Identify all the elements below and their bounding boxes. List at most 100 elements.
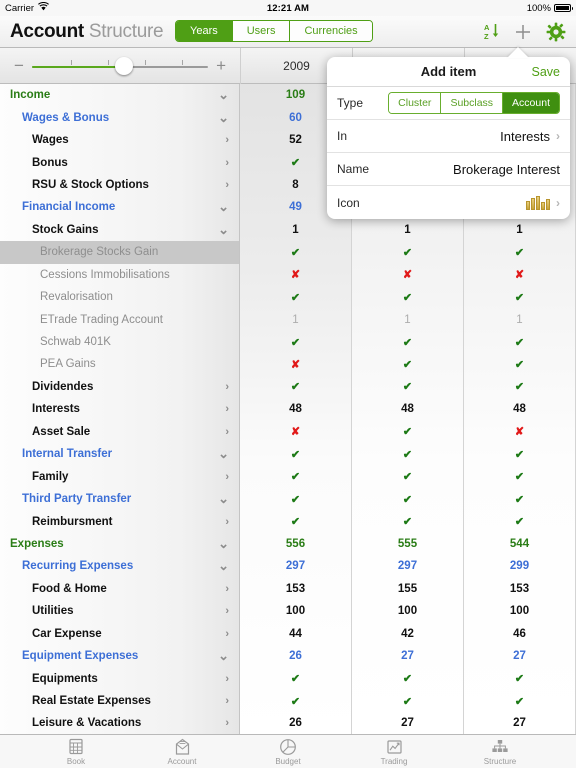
value-cell[interactable]: ✔	[464, 465, 575, 487]
chevron-down-icon[interactable]: ⌄	[218, 446, 229, 462]
value-cell[interactable]: 1	[464, 308, 575, 330]
chevron-down-icon[interactable]: ⌄	[218, 110, 229, 126]
type-option-cluster[interactable]: Cluster	[389, 93, 442, 113]
value-cell[interactable]: ✔	[352, 286, 463, 308]
value-cell[interactable]: ✔	[464, 690, 575, 712]
value-cell[interactable]: ✔	[352, 465, 463, 487]
value-cell[interactable]: 1	[352, 308, 463, 330]
tree-row[interactable]: Asset Sale ›	[0, 421, 239, 443]
chevron-right-icon[interactable]: ›	[225, 516, 229, 528]
view-mode-segmented-control[interactable]: Years Users Currencies	[175, 20, 373, 42]
tree-row[interactable]: Schwab 401K	[0, 331, 239, 353]
tab-trading[interactable]: Trading	[365, 738, 423, 766]
tab-budget[interactable]: Budget	[259, 738, 317, 766]
zoom-out-button[interactable]: −	[14, 57, 24, 74]
value-cell[interactable]: 26	[240, 645, 351, 667]
value-cell[interactable]: ✘	[240, 353, 351, 375]
segment-years[interactable]: Years	[176, 21, 233, 41]
value-cell[interactable]: 48	[240, 398, 351, 420]
value-cell[interactable]: ✘	[464, 264, 575, 286]
chevron-down-icon[interactable]: ⌄	[218, 536, 229, 552]
value-cell[interactable]: 297	[240, 555, 351, 577]
chevron-right-icon[interactable]: ›	[225, 583, 229, 595]
chevron-right-icon[interactable]: ›	[225, 695, 229, 707]
chevron-right-icon[interactable]: ›	[225, 426, 229, 438]
tree-row[interactable]: Stock Gains ⌄	[0, 219, 239, 241]
tree-row[interactable]: Third Party Transfer ⌄	[0, 488, 239, 510]
value-cell[interactable]: 100	[352, 600, 463, 622]
value-cell[interactable]: ✘	[352, 264, 463, 286]
chevron-right-icon[interactable]: ›	[225, 628, 229, 640]
value-cell[interactable]: ✔	[464, 510, 575, 532]
value-cell[interactable]: ✘	[464, 421, 575, 443]
tree-row[interactable]: Equipments ›	[0, 667, 239, 689]
chevron-right-icon[interactable]: ›	[225, 605, 229, 617]
zoom-slider[interactable]	[31, 56, 209, 75]
value-cell[interactable]: 556	[240, 533, 351, 555]
value-cell[interactable]: ✔	[464, 443, 575, 465]
value-cell[interactable]: 42	[352, 623, 463, 645]
tree-row[interactable]: Real Estate Expenses ›	[0, 690, 239, 712]
chevron-down-icon[interactable]: ⌄	[218, 558, 229, 574]
value-cell[interactable]: ✔	[240, 465, 351, 487]
tree-row[interactable]: Food & Home ›	[0, 578, 239, 600]
value-cell[interactable]: ✔	[352, 376, 463, 398]
value-cell[interactable]: ✔	[240, 488, 351, 510]
chevron-down-icon[interactable]: ⌄	[218, 87, 229, 103]
value-cell[interactable]: ✔	[464, 353, 575, 375]
value-cell[interactable]: ✔	[240, 690, 351, 712]
value-cell[interactable]: ✔	[352, 241, 463, 263]
segment-users[interactable]: Users	[232, 21, 291, 41]
value-cell[interactable]: 27	[352, 645, 463, 667]
tree-row[interactable]: Revalorisation	[0, 286, 239, 308]
chevron-down-icon[interactable]: ⌄	[218, 222, 229, 238]
tree-row[interactable]: Expenses ⌄	[0, 533, 239, 555]
chevron-right-icon[interactable]: ›	[225, 673, 229, 685]
tree-row[interactable]: Leisure & Vacations ›	[0, 712, 239, 734]
tab-book[interactable]: Book	[47, 738, 105, 766]
type-segmented-control[interactable]: Cluster Subclass Account	[388, 92, 560, 114]
tree-row[interactable]: Income ⌄	[0, 84, 239, 106]
tree-row[interactable]: Financial Income ⌄	[0, 196, 239, 218]
chevron-right-icon[interactable]: ›	[225, 717, 229, 729]
chevron-down-icon[interactable]: ⌄	[218, 491, 229, 507]
value-cell[interactable]: ✘	[240, 264, 351, 286]
value-cell[interactable]: ✘	[240, 421, 351, 443]
value-cell[interactable]: 153	[240, 578, 351, 600]
value-cell[interactable]: ✔	[464, 331, 575, 353]
value-cell[interactable]: 153	[464, 578, 575, 600]
value-cell[interactable]: 27	[352, 712, 463, 734]
tree-row[interactable]: Cessions Immobilisations	[0, 264, 239, 286]
type-option-subclass[interactable]: Subclass	[441, 93, 504, 113]
value-cell[interactable]: ✔	[240, 331, 351, 353]
value-cell[interactable]: 27	[464, 645, 575, 667]
save-button[interactable]: Save	[532, 65, 561, 79]
value-cell[interactable]: ✔	[352, 443, 463, 465]
tree-row[interactable]: Equipment Expenses ⌄	[0, 645, 239, 667]
value-cell[interactable]: 44	[240, 623, 351, 645]
chevron-right-icon[interactable]: ›	[225, 157, 229, 169]
value-cell[interactable]: 555	[352, 533, 463, 555]
tree-row[interactable]: Wages ›	[0, 129, 239, 151]
popover-row-name[interactable]: Name Brokerage Interest	[327, 153, 570, 186]
value-cell[interactable]: 1	[240, 308, 351, 330]
value-cell[interactable]: ✔	[352, 488, 463, 510]
value-cell[interactable]: 155	[352, 578, 463, 600]
chevron-right-icon[interactable]: ›	[225, 179, 229, 191]
value-cell[interactable]: ✔	[240, 376, 351, 398]
tab-account[interactable]: Account	[153, 738, 211, 766]
tree-row[interactable]: Recurring Expenses ⌄	[0, 555, 239, 577]
value-cell[interactable]: 100	[240, 600, 351, 622]
value-cell[interactable]: 27	[464, 712, 575, 734]
tree-row[interactable]: Brokerage Stocks Gain	[0, 241, 239, 264]
value-cell[interactable]: ✔	[464, 376, 575, 398]
value-cell[interactable]: ✔	[352, 421, 463, 443]
value-cell[interactable]: 1	[464, 219, 575, 241]
chevron-down-icon[interactable]: ⌄	[218, 199, 229, 215]
value-cell[interactable]: 1	[240, 219, 351, 241]
tree-row[interactable]: Family ›	[0, 465, 239, 487]
popover-row-icon[interactable]: Icon ›	[327, 186, 570, 219]
chevron-down-icon[interactable]: ⌄	[218, 648, 229, 664]
tree-row[interactable]: Wages & Bonus ⌄	[0, 106, 239, 128]
value-cell[interactable]: ✔	[352, 667, 463, 689]
